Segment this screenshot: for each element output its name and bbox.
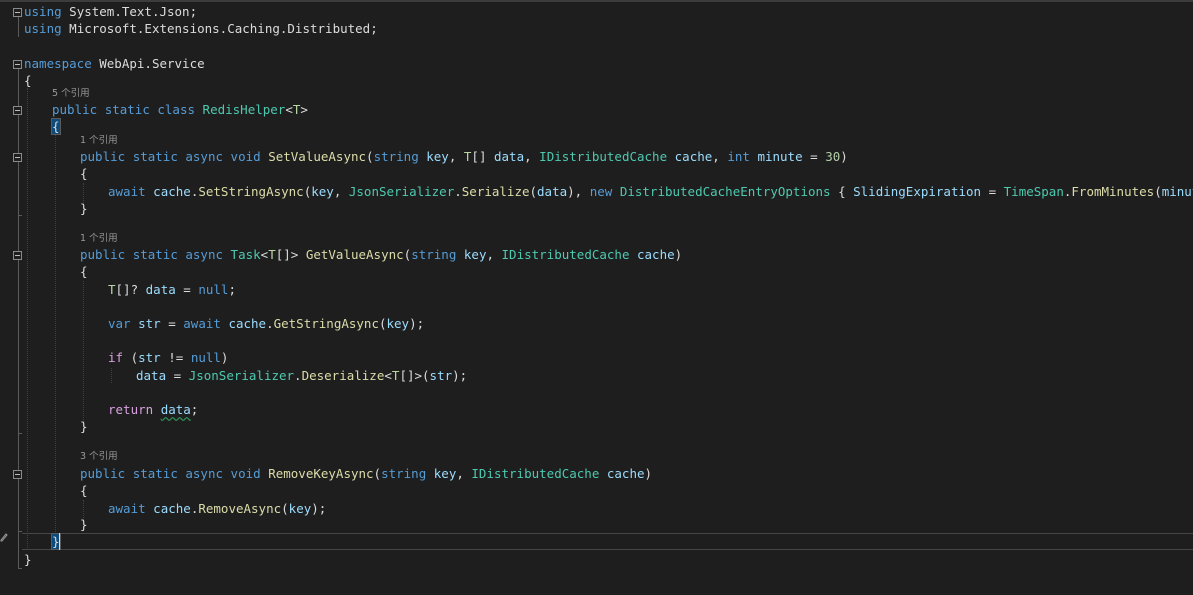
code-line-remove-open: { bbox=[80, 483, 88, 498]
code-line-remove-close: } bbox=[80, 517, 88, 532]
code-line-class-decl: public static class RedisHelper<T> bbox=[52, 102, 308, 117]
current-line-highlight bbox=[22, 533, 1193, 550]
code-lens-get-references[interactable]: 1 个引用 bbox=[80, 232, 118, 246]
code-line-class-open: { bbox=[51, 118, 61, 135]
code-lens-remove-references[interactable]: 3 个引用 bbox=[80, 450, 118, 464]
code-line-get-close: } bbox=[80, 419, 88, 434]
collapse-minus-icon[interactable] bbox=[13, 60, 22, 69]
code-line-set-body: await cache.SetStringAsync(key, JsonSeri… bbox=[108, 184, 1193, 199]
code-line-get-decl: T[]? data = null; bbox=[108, 282, 236, 297]
collapse-minus-icon[interactable] bbox=[13, 251, 22, 260]
code-lens-set-references[interactable]: 1 个引用 bbox=[80, 134, 118, 148]
code-line-using-2: using Microsoft.Extensions.Caching.Distr… bbox=[24, 21, 378, 36]
code-line-set-open: { bbox=[80, 166, 88, 181]
outline-end-tick bbox=[18, 568, 22, 569]
code-line-set-close: } bbox=[80, 201, 88, 216]
outline-end-tick bbox=[18, 531, 22, 532]
collapse-minus-icon[interactable] bbox=[13, 8, 22, 17]
indent-guide bbox=[83, 281, 84, 424]
code-line-remove-signature: public static async void RemoveKeyAsync(… bbox=[80, 466, 653, 481]
code-line-namespace: namespace WebApi.Service bbox=[24, 56, 205, 71]
code-line-get-return: return data; bbox=[108, 402, 199, 417]
pencil-icon bbox=[0, 533, 8, 542]
code-line-using-1: using System.Text.Json; bbox=[24, 4, 198, 19]
code-line-namespace-close: } bbox=[24, 552, 32, 567]
code-editor[interactable]: using System.Text.Json; using Microsoft.… bbox=[0, 0, 1193, 595]
code-line-get-var: var str = await cache.GetStringAsync(key… bbox=[108, 316, 425, 331]
code-line-remove-body: await cache.RemoveAsync(key); bbox=[108, 501, 327, 516]
code-line-get-signature: public static async Task<T[]> GetValueAs… bbox=[80, 247, 683, 262]
code-line-get-open: { bbox=[80, 264, 88, 279]
code-line-get-assign: data = JsonSerializer.Deserialize<T[]>(s… bbox=[136, 368, 468, 383]
indent-guide bbox=[55, 134, 56, 532]
outline-line-namespace bbox=[18, 64, 19, 569]
collapse-minus-icon[interactable] bbox=[13, 106, 22, 115]
text-caret bbox=[59, 533, 60, 550]
outline-end-tick bbox=[18, 215, 22, 216]
code-line-get-if: if (str != null) bbox=[108, 350, 229, 365]
indent-guide bbox=[111, 368, 112, 383]
outline-end-tick bbox=[18, 433, 22, 434]
code-line-namespace-open: { bbox=[24, 73, 32, 88]
collapse-minus-icon[interactable] bbox=[13, 153, 22, 162]
code-lens-class-references[interactable]: 5 个引用 bbox=[52, 87, 90, 101]
collapse-minus-icon[interactable] bbox=[13, 470, 22, 479]
code-line-set-signature: public static async void SetValueAsync(s… bbox=[80, 149, 848, 164]
editor-top-border bbox=[0, 0, 1193, 2]
indent-guide bbox=[27, 88, 28, 550]
